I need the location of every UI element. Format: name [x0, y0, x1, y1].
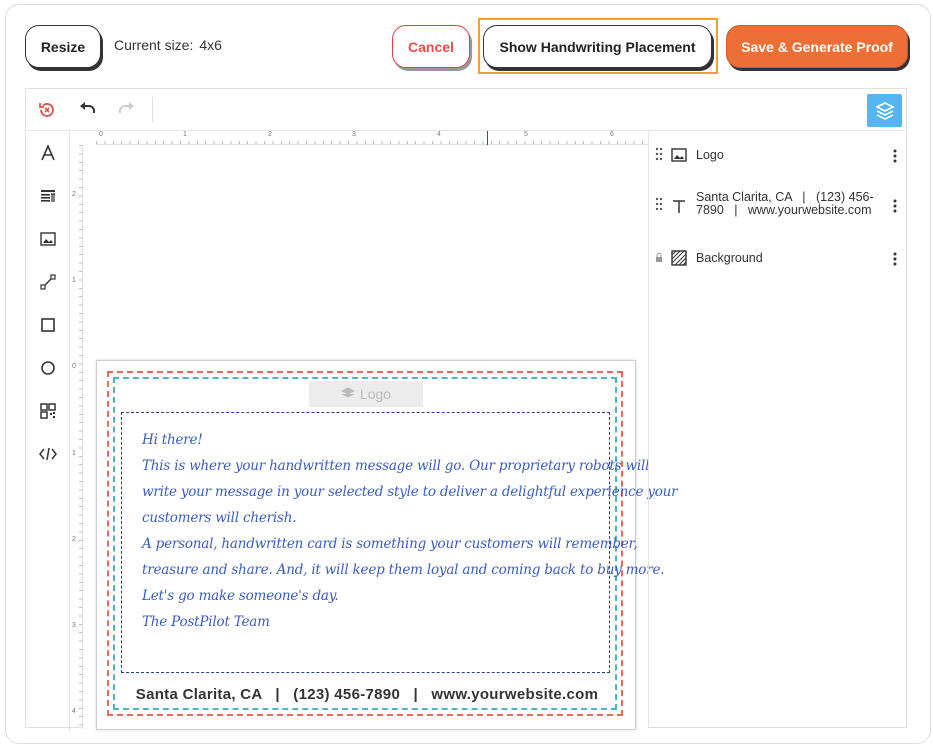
ruler-left-number: 2 [72, 536, 76, 543]
qr-code-tool-icon[interactable] [36, 399, 60, 423]
reset-icon[interactable] [34, 97, 60, 123]
ruler-top-number: 4 [437, 131, 441, 138]
layer-item-background[interactable]: Background [649, 248, 907, 272]
layer-item-logo[interactable]: Logo [649, 145, 907, 169]
more-options-icon[interactable] [893, 199, 897, 213]
ruler-left-number: 3 [72, 622, 76, 629]
drag-handle-icon[interactable] [655, 197, 663, 211]
design-editor: 0 1 2 3 4 5 6 2 1 0 1 2 3 4 Logo Hi ther… [25, 88, 907, 731]
message-line: write your message in your selected styl… [142, 484, 678, 500]
drag-handle-icon[interactable] [655, 147, 663, 161]
current-size-value: 4x6 [199, 37, 222, 53]
message-line: The PostPilot Team [142, 614, 270, 630]
message-line: treasure and share. And, it will keep th… [142, 562, 665, 578]
layers-icon[interactable] [867, 94, 902, 127]
ruler-left-number: 4 [72, 708, 76, 715]
postcard-design[interactable]: Logo Hi there! This is where your handwr… [96, 360, 678, 730]
resize-button[interactable]: Resize [25, 25, 101, 68]
layer-label-line: 7890 | www.yourwebsite.com [696, 203, 872, 217]
image-tool-icon[interactable] [36, 227, 60, 251]
ruler-left-number: 1 [72, 277, 76, 284]
code-tool-icon[interactable] [36, 442, 60, 466]
layer-label: Santa Clarita, CA | (123) 456- 7890 | ww… [696, 191, 874, 217]
redo-icon[interactable] [114, 97, 140, 123]
ruler-top-number: 1 [183, 131, 187, 138]
more-options-icon[interactable] [893, 149, 897, 163]
save-generate-proof-button[interactable]: Save & Generate Proof [726, 25, 908, 68]
tool-palette [26, 131, 70, 731]
layer-item-contact-text[interactable]: Santa Clarita, CA | (123) 456- 7890 | ww… [649, 191, 907, 221]
background-icon [671, 250, 687, 266]
handwritten-message: Hi there! This is where your handwritten… [142, 427, 678, 635]
text-icon [673, 200, 685, 213]
ruler-left-number: 2 [72, 191, 76, 198]
ruler-top-number: 3 [352, 131, 356, 138]
ruler-top-number: 6 [610, 131, 614, 138]
show-handwriting-placement-button[interactable]: Show Handwriting Placement [483, 25, 712, 68]
editor-toolbar [26, 89, 906, 131]
horizontal-ruler: 0 1 2 3 4 5 6 [96, 131, 649, 145]
layers-panel: Logo Santa Clarita, CA | (123) 456- 7890… [648, 131, 906, 727]
contact-footer-text[interactable]: Santa Clarita, CA | (123) 456-7890 | www… [117, 686, 617, 703]
rectangle-tool-icon[interactable] [36, 313, 60, 337]
ruler-left-number: 1 [72, 450, 76, 457]
cancel-button[interactable]: Cancel [392, 25, 470, 68]
text-tool-icon[interactable] [36, 141, 60, 165]
ruler-top-number: 0 [99, 131, 103, 138]
undo-icon[interactable] [74, 97, 100, 123]
ellipse-tool-icon[interactable] [36, 356, 60, 380]
line-tool-icon[interactable] [36, 270, 60, 294]
message-line: customers will cherish. [142, 510, 297, 526]
lock-icon [656, 253, 662, 262]
ruler-top-number: 5 [524, 131, 528, 138]
logo-placeholder[interactable]: Logo [309, 381, 423, 407]
message-line: Hi there! [142, 432, 203, 448]
logo-placeholder-label: Logo [359, 386, 392, 402]
handwriting-area[interactable]: Hi there! This is where your handwritten… [121, 412, 678, 673]
current-size-label: Current size: [114, 37, 194, 53]
message-line: This is where your handwritten message w… [142, 458, 650, 474]
message-line: A personal, handwritten card is somethin… [142, 536, 638, 552]
toolbar-divider [152, 97, 153, 123]
current-size: Current size: 4x6 [114, 37, 222, 53]
vertical-ruler: 2 1 0 1 2 3 4 [70, 145, 83, 729]
logo-icon [340, 387, 355, 398]
ruler-left-number: 0 [72, 363, 76, 370]
layer-label: Logo [696, 148, 724, 162]
layer-label: Background [696, 251, 763, 265]
more-options-icon[interactable] [893, 252, 897, 266]
ruler-cursor-marker [487, 131, 488, 145]
message-line: Let's go make someone's day. [142, 588, 339, 604]
top-bar: Resize Current size: 4x6 Cancel Show Hand… [0, 0, 933, 80]
image-icon [671, 148, 687, 162]
textbox-tool-icon[interactable] [36, 184, 60, 208]
ruler-top-number: 2 [268, 131, 272, 138]
